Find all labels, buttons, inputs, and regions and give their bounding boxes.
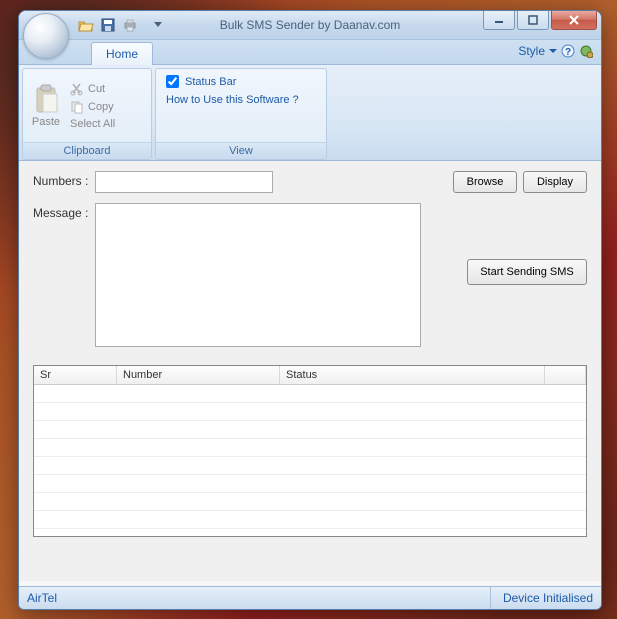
ribbon-group-view: Status Bar How to Use this Software ? Vi… — [155, 68, 327, 160]
how-to-use-link[interactable]: How to Use this Software ? — [166, 94, 299, 106]
table-row[interactable] — [34, 421, 586, 439]
col-number[interactable]: Number — [117, 366, 280, 385]
ribbon-group-label: View — [156, 142, 326, 159]
style-menu[interactable]: Style ? — [518, 44, 593, 58]
application-menu-orb[interactable] — [23, 13, 69, 59]
table-row[interactable] — [34, 385, 586, 403]
table-row[interactable] — [34, 457, 586, 475]
close-button[interactable] — [551, 11, 597, 30]
cut-button: Cut — [70, 82, 115, 96]
numbers-label: Numbers : — [33, 171, 89, 188]
col-status[interactable]: Status — [280, 366, 545, 385]
browse-button[interactable]: Browse — [453, 171, 517, 193]
ribbon-group-clipboard: Paste Cut Copy Select All Clipbo — [22, 68, 152, 160]
paste-icon — [33, 84, 59, 114]
window-title: Bulk SMS Sender by Daanav.com — [220, 18, 401, 32]
display-button[interactable]: Display — [523, 171, 587, 193]
status-bar: AirTel Device Initialised — [19, 586, 601, 609]
svg-text:?: ? — [565, 47, 571, 58]
status-carrier: AirTel — [27, 591, 57, 605]
table-row[interactable] — [34, 511, 586, 529]
quick-access-toolbar — [77, 16, 167, 34]
content-area: Numbers : Browse Display Message : Start… — [19, 161, 601, 581]
chevron-down-icon — [549, 49, 557, 54]
paste-button: Paste — [26, 72, 66, 139]
table-row[interactable] — [34, 439, 586, 457]
globe-icon[interactable] — [579, 44, 593, 58]
maximize-button[interactable] — [517, 11, 549, 30]
table-row[interactable] — [34, 475, 586, 493]
title-bar[interactable]: Bulk SMS Sender by Daanav.com — [19, 11, 601, 40]
copy-button: Copy — [70, 100, 115, 114]
qat-dropdown-icon[interactable] — [149, 16, 167, 34]
status-bar-checkbox[interactable]: Status Bar — [166, 75, 236, 88]
status-bar-checkbox-input[interactable] — [166, 75, 179, 88]
ribbon-group-label: Clipboard — [23, 142, 151, 159]
message-label: Message : — [33, 203, 89, 220]
style-label: Style — [518, 44, 545, 58]
table-row[interactable] — [34, 403, 586, 421]
col-sr[interactable]: Sr — [34, 366, 117, 385]
results-table[interactable]: Sr Number Status — [33, 365, 587, 537]
qat-save-icon[interactable] — [99, 16, 117, 34]
start-sending-button[interactable]: Start Sending SMS — [467, 259, 587, 285]
select-all-button: Select All — [70, 118, 115, 130]
numbers-input[interactable] — [95, 171, 273, 193]
message-textarea[interactable] — [95, 203, 421, 347]
ribbon-tab-strip: Home Style ? — [19, 40, 601, 65]
minimize-button[interactable] — [483, 11, 515, 30]
status-device: Device Initialised — [490, 587, 593, 609]
col-spacer — [545, 366, 586, 385]
tab-home[interactable]: Home — [91, 42, 153, 65]
copy-icon — [70, 100, 84, 114]
qat-open-icon[interactable] — [77, 16, 95, 34]
app-window: Bulk SMS Sender by Daanav.com Home Style… — [18, 10, 602, 610]
window-controls — [481, 11, 597, 30]
scissors-icon — [70, 82, 84, 96]
paste-label: Paste — [32, 116, 60, 128]
help-icon[interactable]: ? — [561, 44, 575, 58]
qat-print-icon[interactable] — [121, 16, 139, 34]
table-row[interactable] — [34, 493, 586, 511]
ribbon: Paste Cut Copy Select All Clipbo — [19, 65, 601, 161]
